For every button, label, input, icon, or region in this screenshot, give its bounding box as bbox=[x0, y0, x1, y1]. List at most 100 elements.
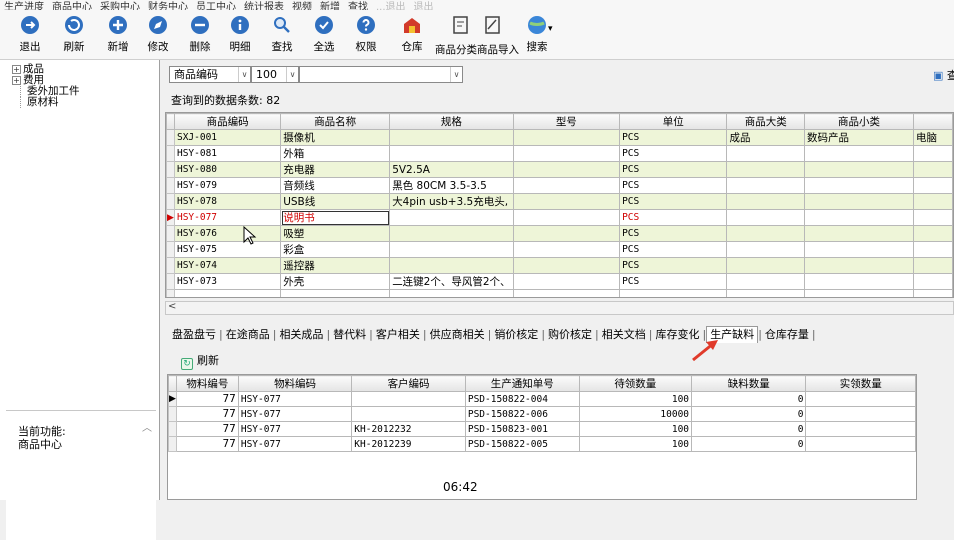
table-cell[interactable]: PSD-150822-005 bbox=[464, 436, 580, 452]
table-cell[interactable]: PCS bbox=[619, 177, 728, 194]
table-cell[interactable]: PCS bbox=[619, 145, 728, 162]
table-cell[interactable]: 充电器 bbox=[280, 161, 391, 178]
exit-button[interactable]: 退出 bbox=[12, 14, 48, 56]
table-row[interactable]: HSY-081 外箱 PCS bbox=[166, 145, 953, 162]
find-button[interactable]: 查找 bbox=[264, 14, 300, 56]
chevron-down-icon[interactable]: ∨ bbox=[238, 67, 250, 82]
table-cell[interactable] bbox=[726, 177, 806, 194]
table-cell[interactable] bbox=[389, 209, 514, 226]
table-cell[interactable]: HSY-081 bbox=[173, 145, 282, 162]
row-header[interactable] bbox=[166, 129, 175, 146]
table-cell[interactable]: HSY-077 bbox=[173, 209, 282, 226]
column-header[interactable]: 单位 bbox=[619, 113, 728, 130]
table-cell[interactable] bbox=[726, 241, 806, 258]
table-cell[interactable] bbox=[804, 161, 914, 178]
table-cell[interactable] bbox=[726, 145, 806, 162]
warehouse-button[interactable]: 仓库 bbox=[394, 14, 430, 56]
refresh-button[interactable]: 刷新 bbox=[56, 14, 92, 56]
table-cell[interactable]: 摄像机 bbox=[280, 129, 391, 146]
scroll-left-icon[interactable]: < bbox=[168, 301, 176, 312]
table-cell[interactable]: HSY-080 bbox=[173, 161, 282, 178]
table-cell[interactable]: 10000 bbox=[578, 406, 693, 422]
table-cell[interactable] bbox=[805, 436, 916, 452]
column-header[interactable]: 型号 bbox=[512, 113, 621, 130]
table-cell[interactable] bbox=[804, 273, 914, 290]
table-cell[interactable] bbox=[389, 225, 514, 242]
table-row[interactable]: ▶ 77 HSY-077 PSD-150822-004 100 0 bbox=[168, 391, 916, 407]
table-cell[interactable]: SXJ-001 bbox=[173, 129, 282, 146]
add-button[interactable]: 新增 bbox=[100, 14, 136, 56]
table-cell[interactable] bbox=[804, 209, 914, 226]
table-cell[interactable] bbox=[913, 177, 953, 194]
tab[interactable]: 客户相关 bbox=[373, 327, 423, 343]
table-cell[interactable] bbox=[913, 209, 953, 226]
table-cell[interactable]: 音频线 bbox=[280, 177, 391, 194]
column-header[interactable]: 商品名称 bbox=[280, 113, 391, 130]
column-header[interactable]: 商品大类 bbox=[726, 113, 806, 130]
table-row[interactable]: HSY-074 遥控器 PCS bbox=[166, 257, 953, 274]
table-row[interactable]: HSY-078 USB线 大4pin usb+3.5充电头, PCS bbox=[166, 193, 953, 210]
table-cell[interactable]: HSY-074 bbox=[173, 257, 282, 274]
table-cell[interactable] bbox=[389, 145, 514, 162]
table-cell[interactable] bbox=[512, 177, 621, 194]
query-button[interactable]: ▣ 查 bbox=[933, 67, 954, 83]
table-cell[interactable] bbox=[389, 257, 514, 274]
table-cell[interactable]: 数码产品 bbox=[804, 129, 914, 146]
limit-select[interactable]: 100 ∨ bbox=[251, 66, 299, 83]
row-header[interactable] bbox=[166, 145, 175, 162]
row-header[interactable] bbox=[166, 273, 175, 290]
table-row[interactable]: HSY-079 音频线 黑色 80CM 3.5-3.5 PCS bbox=[166, 177, 953, 194]
tab[interactable]: 相关文档 bbox=[599, 327, 649, 343]
table-row[interactable]: SXJ-001 摄像机 PCS 成品 数码产品 电脑 bbox=[166, 129, 953, 146]
table-cell[interactable] bbox=[804, 225, 914, 242]
table-cell[interactable]: 大4pin usb+3.5充电头, bbox=[389, 193, 514, 210]
table-cell[interactable]: HSY-075 bbox=[173, 241, 282, 258]
select-all-button[interactable]: 全选 bbox=[306, 14, 342, 56]
table-cell[interactable]: HSY-073 bbox=[173, 273, 282, 290]
table-row[interactable]: HSY-076 吸塑 PCS bbox=[166, 225, 953, 242]
table-cell[interactable]: 外箱 bbox=[280, 145, 391, 162]
column-header[interactable]: 商品小类 bbox=[804, 113, 914, 130]
table-cell[interactable] bbox=[805, 391, 916, 407]
menu-item[interactable]: ...退出 bbox=[372, 3, 410, 11]
table-cell[interactable]: PCS bbox=[619, 129, 728, 146]
row-header[interactable] bbox=[166, 177, 175, 194]
table-cell[interactable]: KH-2012232 bbox=[351, 421, 466, 437]
table-row[interactable]: 77 HSY-077 PSD-150822-006 10000 0 bbox=[168, 406, 916, 422]
field-select[interactable]: 商品编码 ∨ bbox=[169, 66, 251, 83]
row-header[interactable] bbox=[168, 421, 177, 437]
table-cell[interactable] bbox=[512, 225, 621, 242]
column-header[interactable]: 客户编码 bbox=[351, 375, 466, 392]
menu-item[interactable]: 商品中心 bbox=[48, 3, 96, 11]
tab[interactable]: 替代料 bbox=[330, 327, 369, 343]
table-cell[interactable] bbox=[726, 209, 806, 226]
table-cell[interactable] bbox=[389, 241, 514, 258]
table-cell[interactable]: 77 bbox=[175, 436, 239, 452]
menu-item[interactable]: 统计报表 bbox=[240, 3, 288, 11]
table-cell[interactable]: 成品 bbox=[726, 129, 806, 146]
tab[interactable]: 相关成品 bbox=[276, 327, 326, 343]
menu-item[interactable]: 新增 bbox=[316, 3, 344, 11]
table-cell[interactable] bbox=[804, 177, 914, 194]
column-header[interactable]: 缺料数量 bbox=[691, 375, 807, 392]
table-cell[interactable]: PSD-150823-001 bbox=[464, 421, 580, 437]
detail-refresh-button[interactable]: ↻ 刷新 bbox=[181, 352, 219, 370]
table-cell[interactable] bbox=[913, 257, 953, 274]
horizontal-scrollbar[interactable]: < bbox=[165, 301, 954, 315]
table-cell[interactable]: PCS bbox=[619, 273, 728, 290]
menu-item[interactable]: 查找 bbox=[344, 3, 372, 11]
tab[interactable]: 仓库存量 bbox=[762, 327, 812, 343]
table-cell[interactable]: 吸塑 bbox=[280, 225, 391, 242]
tab[interactable]: 在途商品 bbox=[223, 327, 273, 343]
table-cell[interactable]: PSD-150822-004 bbox=[464, 391, 580, 407]
column-header[interactable]: 物料编码 bbox=[237, 375, 353, 392]
table-cell[interactable]: 77 bbox=[175, 421, 239, 437]
table-cell[interactable] bbox=[804, 241, 914, 258]
table-cell[interactable]: 0 bbox=[691, 436, 807, 452]
menu-item[interactable]: 采购中心 bbox=[96, 3, 144, 11]
table-row[interactable]: 77 HSY-077 KH-2012232 PSD-150823-001 100 0 bbox=[168, 421, 916, 437]
table-row[interactable]: 77 HSY-077 KH-2012239 PSD-150822-005 100 0 bbox=[168, 436, 916, 452]
table-cell[interactable] bbox=[913, 225, 953, 242]
table-cell[interactable]: HSY-077 bbox=[237, 391, 353, 407]
row-header[interactable] bbox=[168, 436, 177, 452]
